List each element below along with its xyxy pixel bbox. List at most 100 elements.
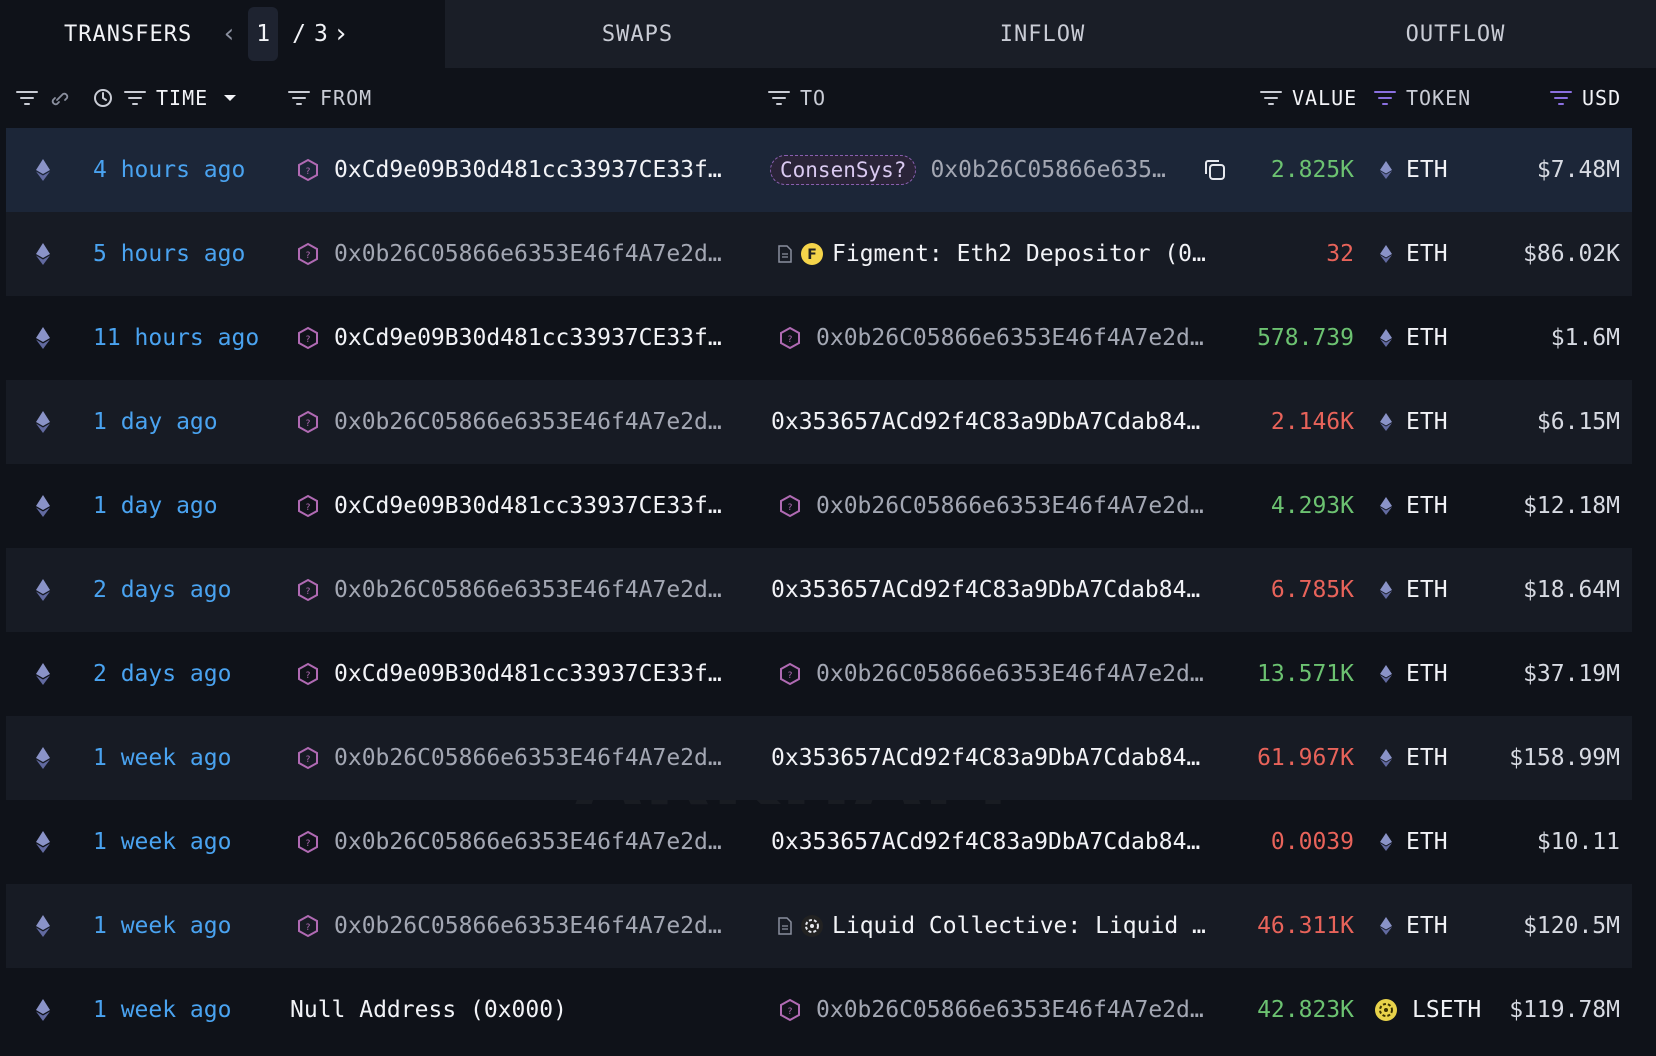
header-usd[interactable]: USD: [1550, 68, 1621, 128]
token-cell[interactable]: ETH: [1380, 716, 1448, 800]
to-cell[interactable]: ? 0x0b26C05866e6353E46f4A7e2d…: [778, 968, 1204, 1052]
table-row[interactable]: 1 day ago ? 0x0b26C05866e6353E46f4A7e2d……: [6, 380, 1632, 464]
time-link[interactable]: 2 days ago: [93, 632, 231, 716]
token-symbol: ETH: [1406, 241, 1448, 267]
time-link[interactable]: 5 hours ago: [93, 212, 245, 296]
tab-transfers[interactable]: TRANSFERS ‹ 1 / 3 ›: [0, 0, 445, 68]
from-cell[interactable]: ? 0x0b26C05866e6353E46f4A7e2d…: [296, 884, 722, 968]
header-from[interactable]: FROM: [288, 68, 372, 128]
token-cell[interactable]: ETH: [1380, 884, 1448, 968]
copy-icon[interactable]: [1202, 128, 1228, 212]
value-filter-icon[interactable]: [1260, 89, 1282, 107]
usd-amount: $6.15M: [1536, 409, 1620, 435]
token-cell[interactable]: ETH: [1380, 632, 1448, 716]
to-cell[interactable]: 0x353657ACd92f4C83a9DbA7Cdab84…: [771, 800, 1200, 884]
to-cell[interactable]: ? 0x0b26C05866e6353E46f4A7e2d…: [778, 296, 1204, 380]
table-row[interactable]: 2 days ago ? 0xCd9e09B30d481cc33937CE33f…: [6, 632, 1632, 716]
from-cell[interactable]: ? 0xCd9e09B30d481cc33937CE33f…: [296, 632, 722, 716]
token-cell[interactable]: ETH: [1380, 212, 1448, 296]
from-filter-icon[interactable]: [288, 89, 310, 107]
from-address: 0x0b26C05866e6353E46f4A7e2d…: [334, 829, 722, 855]
to-cell[interactable]: ConsenSys? 0x0b26C05866e635…: [770, 128, 1166, 212]
eth-token-icon: [1380, 749, 1392, 767]
token-cell[interactable]: ETH: [1380, 380, 1448, 464]
table-row[interactable]: 4 hours ago ? 0xCd9e09B30d481cc33937CE33…: [6, 128, 1632, 212]
pager-current[interactable]: 1: [248, 7, 279, 61]
to-cell[interactable]: 0x353657ACd92f4C83a9DbA7Cdab84…: [771, 716, 1200, 800]
token-cell[interactable]: ETH: [1380, 128, 1448, 212]
ethereum-chain-icon: [36, 884, 50, 968]
eth-token-icon: [1380, 413, 1392, 431]
from-cell[interactable]: ? 0x0b26C05866e6353E46f4A7e2d…: [296, 212, 722, 296]
usd-amount: $7.48M: [1536, 157, 1620, 183]
link-icon[interactable]: [48, 88, 70, 108]
chevron-left-icon[interactable]: ‹: [216, 19, 242, 49]
to-address: 0x353657ACd92f4C83a9DbA7Cdab84…: [771, 577, 1201, 603]
table-row[interactable]: 5 hours ago ? 0x0b26C05866e6353E46f4A7e2…: [6, 212, 1632, 296]
to-cell[interactable]: 0x353657ACd92f4C83a9DbA7Cdab84…: [771, 548, 1200, 632]
tab-outflow[interactable]: OUTFLOW: [1255, 0, 1656, 68]
table-row[interactable]: 11 hours ago ? 0xCd9e09B30d481cc33937CE3…: [6, 296, 1632, 380]
to-cell[interactable]: 0x353657ACd92f4C83a9DbA7Cdab84…: [771, 380, 1200, 464]
from-cell[interactable]: ? 0xCd9e09B30d481cc33937CE33f…: [296, 128, 722, 212]
time-link[interactable]: 1 week ago: [93, 716, 231, 800]
header-token[interactable]: TOKEN: [1374, 68, 1471, 128]
token-cell[interactable]: ETH: [1380, 800, 1448, 884]
to-filter-icon[interactable]: [768, 89, 790, 107]
header-value[interactable]: VALUE: [1260, 68, 1357, 128]
token-cell[interactable]: LSETH: [1374, 968, 1481, 1052]
token-filter-icon[interactable]: [1374, 89, 1396, 107]
from-cell[interactable]: ? 0x0b26C05866e6353E46f4A7e2d…: [296, 800, 722, 884]
from-cell[interactable]: ? 0xCd9e09B30d481cc33937CE33f…: [296, 464, 722, 548]
from-cell[interactable]: ? 0x0b26C05866e6353E46f4A7e2d…: [296, 380, 722, 464]
to-cell[interactable]: F Figment: Eth2 Depositor (0…: [778, 212, 1206, 296]
usd-amount: $158.99M: [1509, 745, 1620, 771]
contract-icon: [778, 917, 792, 935]
time-filter-icon[interactable]: [124, 89, 146, 107]
time-link[interactable]: 11 hours ago: [93, 296, 259, 380]
time-link[interactable]: 4 hours ago: [93, 128, 245, 212]
from-cell[interactable]: ? 0xCd9e09B30d481cc33937CE33f…: [296, 296, 722, 380]
to-cell[interactable]: ? 0x0b26C05866e6353E46f4A7e2d…: [778, 464, 1204, 548]
time-link[interactable]: 1 week ago: [93, 968, 231, 1052]
from-address: 0xCd9e09B30d481cc33937CE33f…: [334, 493, 722, 519]
time-link[interactable]: 1 week ago: [93, 884, 231, 968]
usd-filter-icon[interactable]: [1550, 89, 1572, 107]
to-address: 0x0b26C05866e6353E46f4A7e2d…: [816, 493, 1204, 519]
filter-icon[interactable]: [16, 89, 38, 107]
to-cell[interactable]: ? 0x0b26C05866e6353E46f4A7e2d…: [778, 632, 1204, 716]
time-link[interactable]: 1 day ago: [93, 380, 218, 464]
svg-text:?: ?: [306, 335, 311, 345]
table-row[interactable]: 2 days ago ? 0x0b26C05866e6353E46f4A7e2d…: [6, 548, 1632, 632]
time-link[interactable]: 1 week ago: [93, 800, 231, 884]
entity-tag-pill[interactable]: ConsenSys?: [770, 155, 917, 185]
svg-text:?: ?: [306, 755, 311, 765]
table-row[interactable]: 1 week ago Null Address (0x000) ? 0x0b26…: [6, 968, 1632, 1052]
tab-inflow[interactable]: INFLOW: [830, 0, 1255, 68]
from-cell[interactable]: ? 0x0b26C05866e6353E46f4A7e2d…: [296, 716, 722, 800]
from-cell[interactable]: Null Address (0x000): [290, 968, 567, 1052]
sort-down-icon[interactable]: [222, 93, 238, 103]
token-cell[interactable]: ETH: [1380, 296, 1448, 380]
chevron-right-icon[interactable]: ›: [328, 19, 354, 49]
table-row[interactable]: 1 week ago ? 0x0b26C05866e6353E46f4A7e2d…: [6, 884, 1632, 968]
table-row[interactable]: 1 week ago ? 0x0b26C05866e6353E46f4A7e2d…: [6, 716, 1632, 800]
arkham-entity-icon: ?: [296, 578, 320, 602]
ethereum-chain-icon: [36, 968, 50, 1052]
time-link[interactable]: 1 day ago: [93, 464, 218, 548]
to-cell[interactable]: Liquid Collective: Liquid …: [778, 884, 1206, 968]
table-row[interactable]: 1 week ago ? 0x0b26C05866e6353E46f4A7e2d…: [6, 800, 1632, 884]
token-cell[interactable]: ETH: [1380, 548, 1448, 632]
table-row[interactable]: 1 day ago ? 0xCd9e09B30d481cc33937CE33f……: [6, 464, 1632, 548]
token-symbol: ETH: [1406, 913, 1448, 939]
ethereum-chain-icon: [36, 800, 50, 884]
from-cell[interactable]: ? 0x0b26C05866e6353E46f4A7e2d…: [296, 548, 722, 632]
to-address: 0x353657ACd92f4C83a9DbA7Cdab84…: [771, 409, 1201, 435]
header-to[interactable]: TO: [768, 68, 826, 128]
header-time[interactable]: TIME: [92, 68, 238, 128]
tab-swaps[interactable]: SWAPS: [445, 0, 830, 68]
ethereum-chain-icon: [36, 128, 50, 212]
time-link[interactable]: 2 days ago: [93, 548, 231, 632]
token-cell[interactable]: ETH: [1380, 464, 1448, 548]
ethereum-chain-icon: [36, 632, 50, 716]
